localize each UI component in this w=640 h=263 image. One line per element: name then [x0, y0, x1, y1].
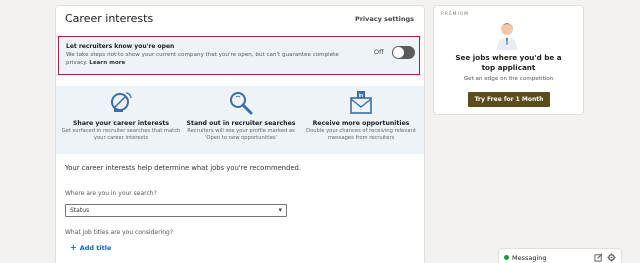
online-status-dot [504, 255, 509, 260]
search-status-select[interactable]: Status ▾ [65, 204, 287, 217]
search-question-label: Where are you in your search? [65, 190, 157, 197]
compose-icon[interactable] [594, 253, 603, 262]
job-titles-question-label: What job titles are you considering? [65, 229, 174, 236]
toggle-knob [393, 47, 404, 58]
dropdown-arrow-icon: ▾ [278, 206, 282, 214]
try-free-button[interactable]: Try Free for 1 Month [468, 92, 550, 107]
feature-description: Double your chances of receiving relevan… [306, 128, 416, 141]
premium-ad-card: PREMIUM See jobs where you'd be a top ap… [433, 5, 584, 115]
premium-ad-title: See jobs where you'd be a top applicant [434, 53, 583, 73]
premium-ad-subtitle: Get an edge on the competition [463, 76, 554, 82]
feature-description: Recruiters will see your profile marked … [187, 128, 295, 141]
features-banner: Share your career interests Get surfaced… [56, 86, 424, 154]
search-status-value: Status [70, 207, 90, 214]
premium-label: PREMIUM [441, 12, 470, 17]
linkedin-mail-icon: in [350, 91, 372, 114]
person-avatar-icon [497, 23, 517, 50]
career-interests-card: Career interests Privacy settings Let re… [55, 5, 425, 263]
feature-description: Get surfaced in recruiter searches that … [61, 128, 181, 141]
satellite-dish-icon [111, 92, 132, 112]
add-title-button[interactable]: + Add title [70, 243, 111, 252]
card-title: Career interests [65, 12, 154, 25]
svg-text:in: in [359, 93, 363, 99]
messaging-label: Messaging [512, 254, 547, 262]
recruiters-open-alert: Let recruiters know you're open We take … [58, 36, 420, 75]
add-title-label: Add title [79, 244, 112, 252]
plus-icon: + [70, 243, 77, 252]
learn-more-link[interactable]: Learn more [89, 60, 125, 66]
alert-title: Let recruiters know you're open [66, 43, 175, 50]
career-interests-intro: Your career interests help determine wha… [65, 164, 302, 172]
open-to-recruiters-toggle[interactable] [392, 46, 415, 59]
magnifier-icon [230, 92, 253, 115]
messaging-bar[interactable]: Messaging [498, 248, 622, 263]
ad-title-line2: top applicant [481, 63, 536, 72]
feature-title: Stand out in recruiter searches [186, 120, 296, 127]
feature-title: Share your career interests [72, 120, 170, 127]
feature-title: Receive more opportunities [312, 120, 410, 127]
privacy-settings-link[interactable]: Privacy settings [355, 15, 414, 23]
alert-description: We take steps not to show your current c… [66, 51, 356, 67]
gear-icon[interactable] [607, 253, 616, 262]
ad-title-line1: See jobs where you'd be a [455, 53, 562, 62]
toggle-label: Off [374, 48, 384, 56]
